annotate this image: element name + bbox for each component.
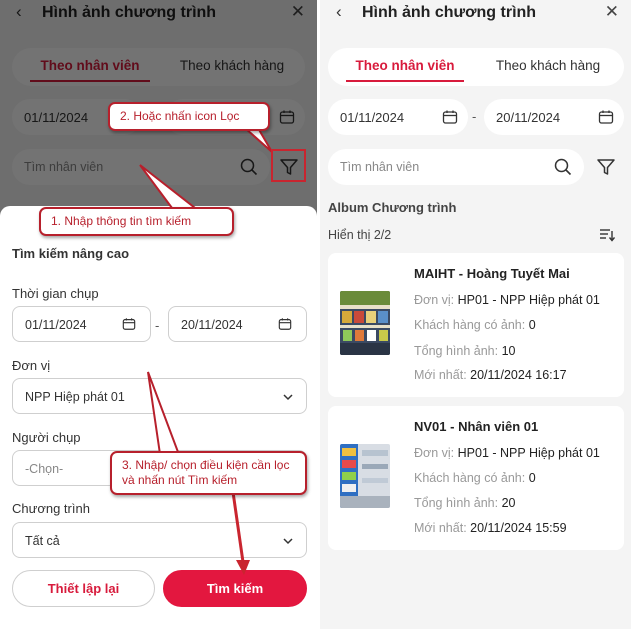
latest-value: 20/11/2024 16:17 xyxy=(470,368,567,382)
date-to-value: 20/11/2024 xyxy=(496,110,561,125)
card-title: NV01 - Nhân viên 01 xyxy=(414,419,539,434)
latest-value: 20/11/2024 15:59 xyxy=(470,521,567,535)
annotation-step-3: 3. Nhập/ chọn điều kiện cần lọc và nhấn … xyxy=(110,451,307,495)
customers-key: Khách hàng có ảnh: xyxy=(414,471,526,485)
chevron-down-icon xyxy=(283,538,293,545)
advanced-search-sheet: Tìm kiếm nâng cao xyxy=(0,206,317,629)
album-card[interactable]: NV01 - Nhân viên 01 Đơn vị: HP01 - NPP H… xyxy=(328,406,624,550)
back-icon[interactable]: ‹ xyxy=(336,2,342,22)
card-total-row: Tổng hình ảnh: 10 xyxy=(414,344,516,358)
unit-select[interactable]: NPP Hiệp phát 01 xyxy=(12,378,307,414)
card-customers-row: Khách hàng có ảnh: 0 xyxy=(414,471,536,485)
date-separator: - xyxy=(155,318,160,333)
sort-icon[interactable] xyxy=(599,228,615,242)
tab-by-employee[interactable]: Theo nhân viên xyxy=(336,48,474,86)
tab-by-customer[interactable]: Theo khách hàng xyxy=(478,48,618,86)
capture-from-field[interactable]: 01/11/2024 xyxy=(12,306,151,342)
customers-key: Khách hàng có ảnh: xyxy=(414,318,526,332)
photographer-placeholder: -Chọn- xyxy=(25,462,64,476)
latest-key: Mới nhất: xyxy=(414,368,467,382)
sheet-title: Tìm kiếm nâng cao xyxy=(12,246,130,261)
total-key: Tổng hình ảnh: xyxy=(414,496,499,510)
date-from-value: 01/11/2024 xyxy=(340,110,405,125)
app-header: ‹ Hình ảnh chương trình ✕ xyxy=(320,0,631,28)
total-value: 20 xyxy=(501,496,516,510)
annotation-step-2: 2. Hoặc nhấn icon Lọc xyxy=(108,102,270,131)
calendar-icon xyxy=(122,318,136,330)
photographer-label: Người chụp xyxy=(12,430,81,445)
album-thumbnail xyxy=(340,291,390,355)
program-select[interactable]: Tất cả xyxy=(12,522,307,558)
calendar-icon xyxy=(278,318,292,330)
calendar-icon xyxy=(598,110,614,124)
card-customers-row: Khách hàng có ảnh: 0 xyxy=(414,318,536,332)
date-to-field[interactable]: 20/11/2024 xyxy=(484,99,624,135)
album-section-title: Album Chương trình xyxy=(328,200,457,215)
tab-bar: Theo nhân viên Theo khách hàng xyxy=(328,48,624,86)
latest-key: Mới nhất: xyxy=(414,521,467,535)
filter-highlight-box xyxy=(271,149,306,182)
page-title: Hình ảnh chương trình xyxy=(362,4,537,21)
card-unit-row: Đơn vị: HP01 - NPP Hiệp phát 01 xyxy=(414,446,600,460)
result-count: Hiển thị 2/2 xyxy=(328,228,392,242)
card-title: MAIHT - Hoàng Tuyết Mai xyxy=(414,266,570,281)
program-label: Chương trình xyxy=(12,501,90,516)
right-screen: ‹ Hình ảnh chương trình ✕ Theo nhân viên… xyxy=(320,0,631,629)
unit-value: NPP Hiệp phát 01 xyxy=(25,390,125,404)
capture-from-value: 01/11/2024 xyxy=(25,318,87,332)
annotation-step-1: 1. Nhập thông tin tìm kiếm xyxy=(39,207,234,236)
chevron-down-icon xyxy=(283,394,293,401)
album-thumbnail xyxy=(340,444,390,508)
customers-value: 0 xyxy=(528,318,536,332)
unit-key: Đơn vị: xyxy=(414,293,455,307)
unit-value: HP01 - NPP Hiệp phát 01 xyxy=(457,446,600,460)
card-latest-row: Mới nhất: 20/11/2024 15:59 xyxy=(414,521,567,535)
total-value: 10 xyxy=(501,344,516,358)
program-value: Tất cả xyxy=(25,534,60,548)
search-placeholder: Tìm nhân viên xyxy=(340,160,420,174)
card-latest-row: Mới nhất: 20/11/2024 16:17 xyxy=(414,368,567,382)
unit-value: HP01 - NPP Hiệp phát 01 xyxy=(457,293,600,307)
album-card[interactable]: MAIHT - Hoàng Tuyết Mai Đơn vị: HP01 - N… xyxy=(328,253,624,397)
card-total-row: Tổng hình ảnh: 20 xyxy=(414,496,516,510)
unit-label: Đơn vị xyxy=(12,358,51,373)
capture-time-label: Thời gian chụp xyxy=(12,286,99,301)
card-unit-row: Đơn vị: HP01 - NPP Hiệp phát 01 xyxy=(414,293,600,307)
total-key: Tổng hình ảnh: xyxy=(414,344,499,358)
date-from-field[interactable]: 01/11/2024 xyxy=(328,99,468,135)
search-button[interactable]: Tìm kiếm xyxy=(163,570,307,607)
capture-to-field[interactable]: 20/11/2024 xyxy=(168,306,307,342)
date-separator: - xyxy=(472,109,477,124)
filter-icon[interactable] xyxy=(596,157,616,177)
capture-to-value: 20/11/2024 xyxy=(181,318,243,332)
search-icon[interactable] xyxy=(554,158,572,176)
close-icon[interactable]: ✕ xyxy=(605,2,619,22)
unit-key: Đơn vị: xyxy=(414,446,455,460)
customers-value: 0 xyxy=(528,471,536,485)
left-screen: ‹ Hình ảnh chương trình ✕ Theo nhân viên… xyxy=(0,0,317,629)
calendar-icon xyxy=(442,110,458,124)
reset-button[interactable]: Thiết lập lại xyxy=(12,570,155,607)
employee-search-input[interactable]: Tìm nhân viên xyxy=(328,149,584,185)
